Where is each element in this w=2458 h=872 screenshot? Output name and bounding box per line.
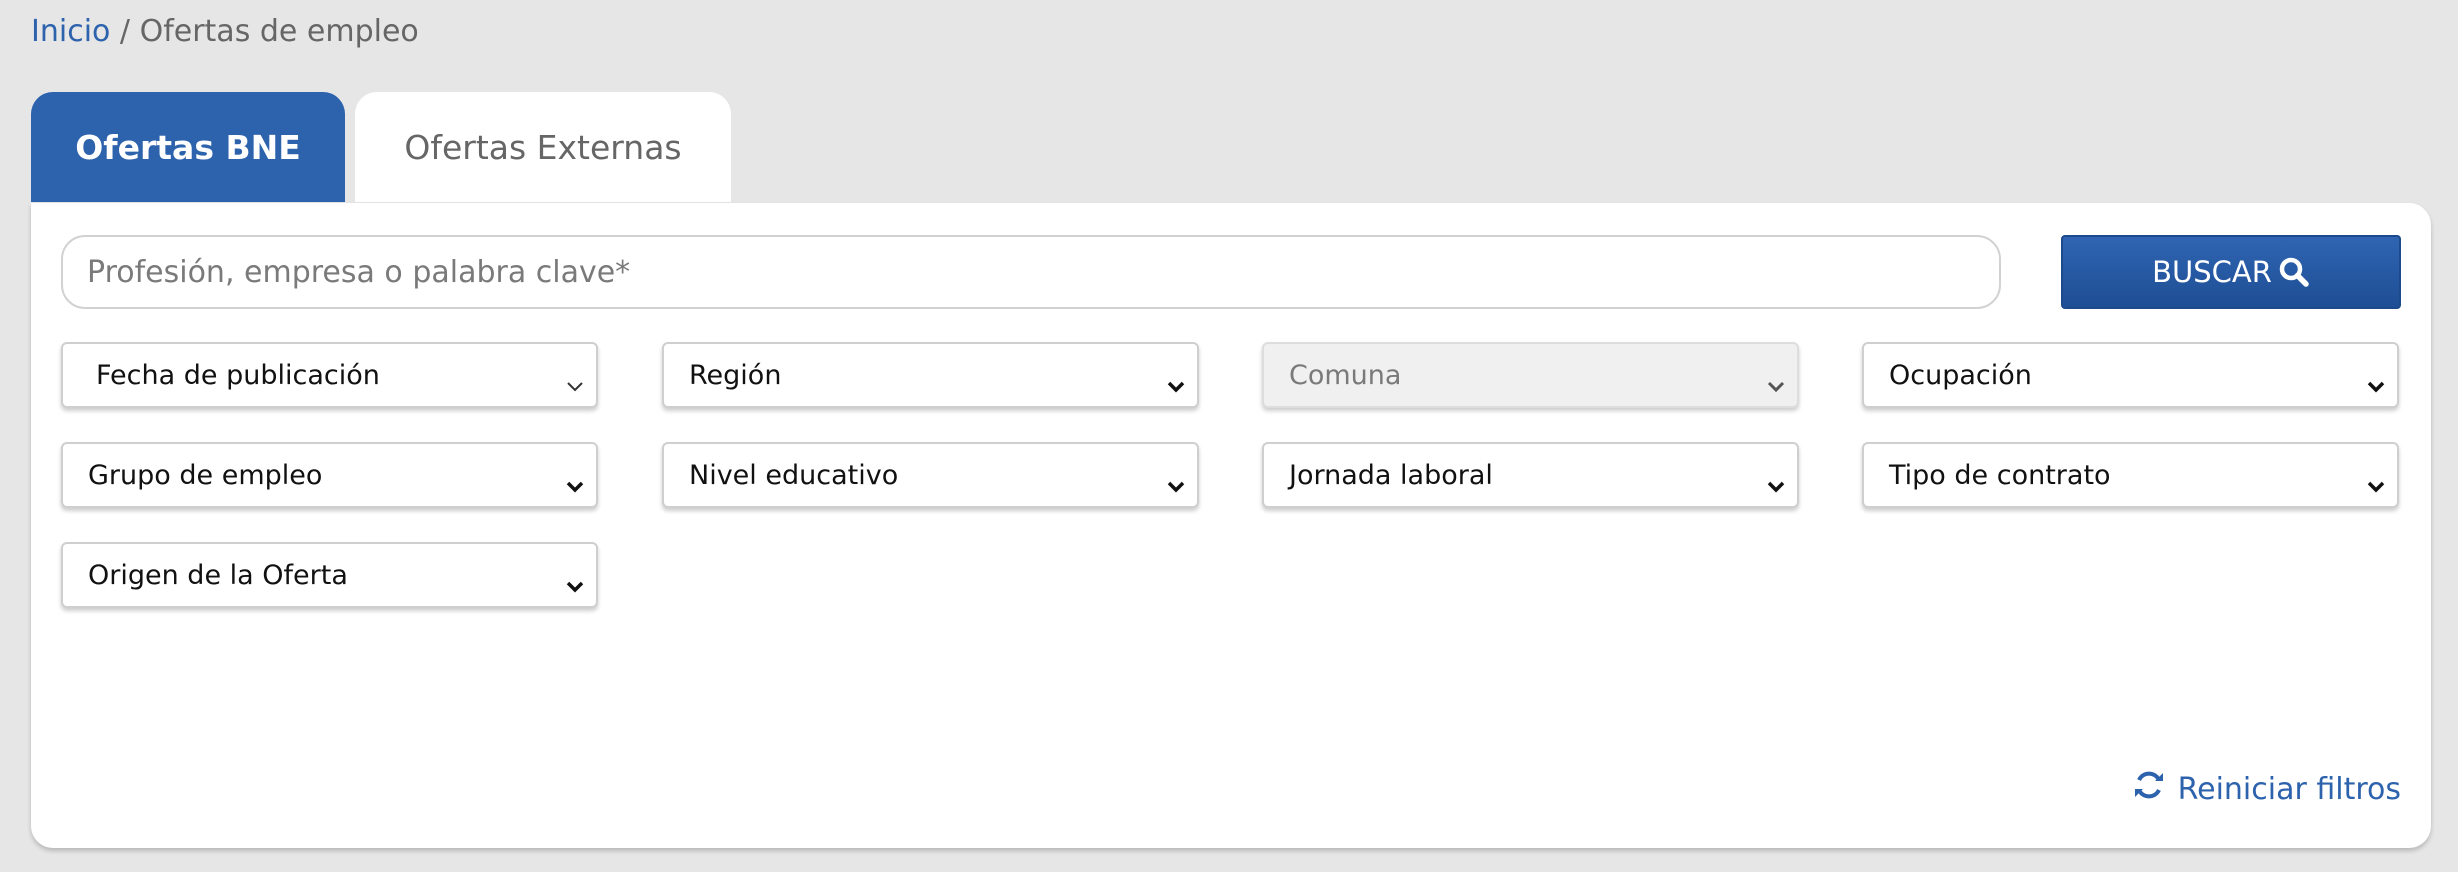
reset-filters-link[interactable]: Reiniciar filtros (2132, 768, 2401, 810)
chevron-down-icon (1767, 469, 1785, 500)
filter-label: Ocupación (1889, 359, 2032, 391)
filter-nivel-educativo[interactable]: Nivel educativo (662, 442, 1199, 508)
filter-label: Grupo de empleo (88, 459, 323, 491)
filter-fecha-publicacion[interactable]: Fecha de publicación (61, 342, 598, 408)
filter-grupo-empleo[interactable]: Grupo de empleo (61, 442, 598, 508)
chevron-down-icon (2367, 369, 2385, 400)
reset-filters-label: Reiniciar filtros (2177, 771, 2401, 807)
filter-label: Jornada laboral (1289, 459, 1493, 491)
chevron-down-icon (566, 569, 584, 600)
breadcrumb-separator: / (110, 14, 140, 49)
search-input[interactable] (61, 235, 2001, 309)
breadcrumb-current: Ofertas de empleo (139, 14, 419, 49)
filter-ocupacion[interactable]: Ocupación (1862, 342, 2399, 408)
filter-label: Región (689, 359, 782, 391)
chevron-down-icon (1167, 469, 1185, 500)
filter-label: Nivel educativo (689, 459, 899, 491)
filter-label: Tipo de contrato (1889, 459, 2111, 491)
chevron-down-icon (566, 369, 584, 400)
search-button-label: BUSCAR (2152, 255, 2272, 289)
search-button[interactable]: BUSCAR (2061, 235, 2401, 309)
filter-origen-oferta[interactable]: Origen de la Oferta (61, 542, 598, 608)
filter-label: Origen de la Oferta (88, 559, 348, 591)
breadcrumb: Inicio / Ofertas de empleo (31, 14, 419, 49)
tab-ofertas-externas[interactable]: Ofertas Externas (355, 92, 731, 202)
tab-ofertas-bne[interactable]: Ofertas BNE (31, 92, 345, 202)
search-icon (2278, 256, 2310, 288)
filter-label: Fecha de publicación (96, 359, 380, 391)
chevron-down-icon (1767, 369, 1785, 400)
chevron-down-icon (2367, 469, 2385, 500)
filter-tipo-contrato[interactable]: Tipo de contrato (1862, 442, 2399, 508)
search-panel: BUSCAR Fecha de publicación Región Comun… (31, 203, 2431, 848)
breadcrumb-home-link[interactable]: Inicio (31, 14, 110, 49)
filter-comuna: Comuna (1262, 342, 1799, 408)
filter-jornada-laboral[interactable]: Jornada laboral (1262, 442, 1799, 508)
filter-label: Comuna (1289, 359, 1402, 391)
filter-region[interactable]: Región (662, 342, 1199, 408)
chevron-down-icon (1167, 369, 1185, 400)
chevron-down-icon (566, 469, 584, 500)
tab-label: Ofertas Externas (404, 127, 682, 167)
refresh-icon (2132, 768, 2166, 810)
tab-label: Ofertas BNE (75, 127, 301, 167)
